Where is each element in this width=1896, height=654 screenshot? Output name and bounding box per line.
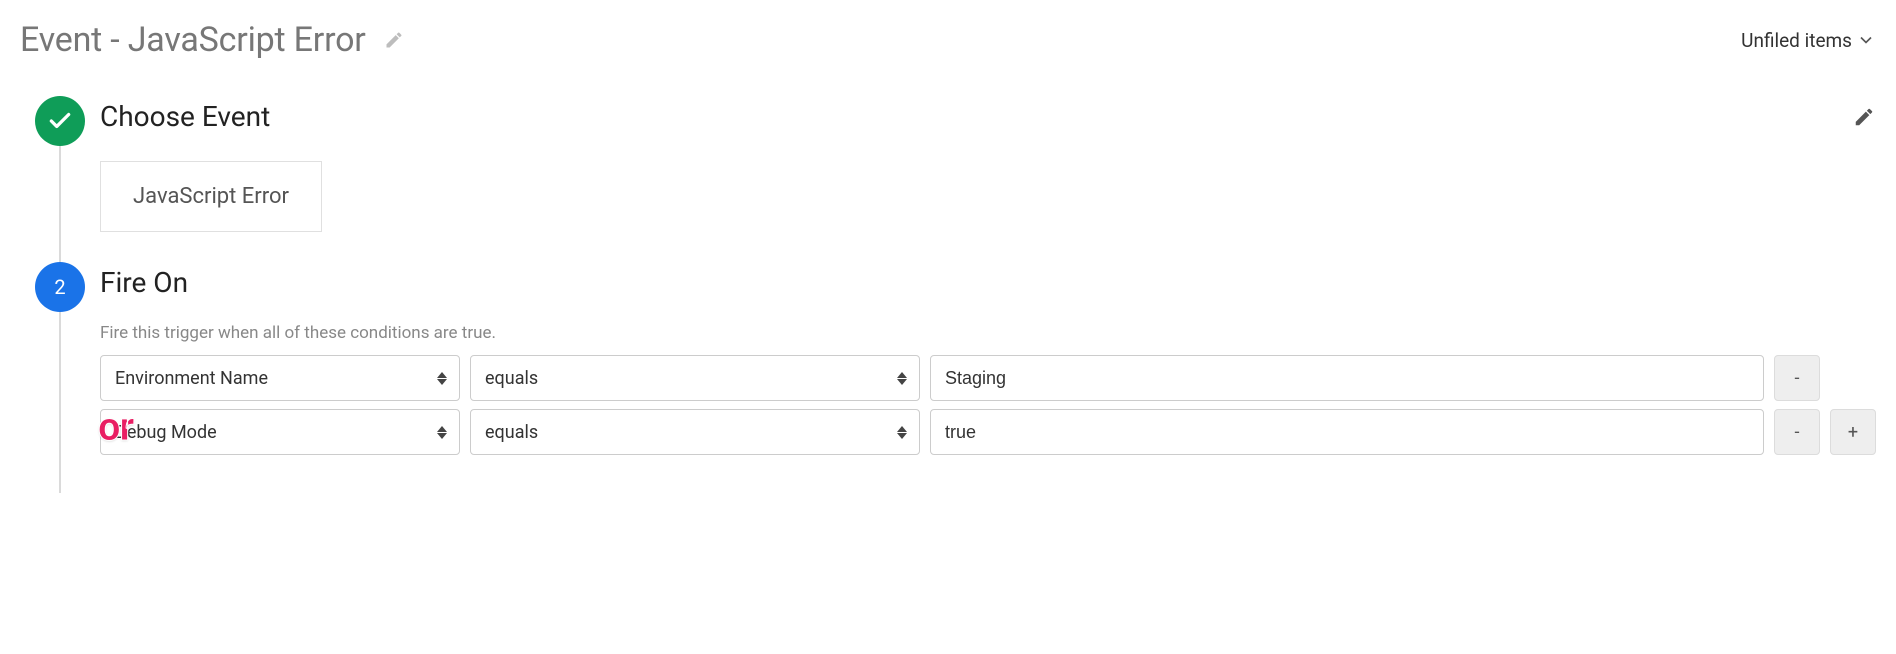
variable-select[interactable]: Debug Mode [100,409,460,455]
value-input[interactable] [930,355,1764,401]
edit-title-icon[interactable] [382,28,406,52]
step1-header: Choose Event [100,100,1876,133]
step2-body: Fire On Fire this trigger when all of th… [100,262,1876,493]
step2-header: Fire On [100,266,1876,299]
value-input[interactable] [930,409,1764,455]
title-wrap: Event - JavaScript Error [20,20,406,60]
step-complete-badge [35,96,85,146]
sort-icon [437,369,449,387]
operator-value: equals [485,422,538,443]
sort-icon [897,369,909,387]
timeline-col-2: 2 [20,262,100,312]
sort-icon [437,423,449,441]
chevron-down-icon [1856,30,1876,50]
step-choose-event: Choose Event JavaScript Error [20,96,1876,262]
or-label: or [98,403,133,450]
remove-condition-button[interactable]: - [1774,409,1820,455]
steps: Choose Event JavaScript Error 2 Fire On … [20,96,1876,493]
edit-step1-icon[interactable] [1852,105,1876,129]
condition-row: Debug Mode equals - + [100,409,1876,455]
remove-condition-button[interactable]: - [1774,355,1820,401]
timeline-line-2 [59,312,61,493]
step2-title: Fire On [100,266,188,299]
variable-value: Environment Name [115,368,268,389]
page-title: Event - JavaScript Error [20,20,366,60]
step1-title: Choose Event [100,100,270,133]
selected-event-box[interactable]: JavaScript Error [100,161,322,232]
add-condition-button[interactable]: + [1830,409,1876,455]
operator-value: equals [485,368,538,389]
conditions-hint: Fire this trigger when all of these cond… [100,323,1876,343]
timeline-col [20,96,100,146]
variable-select[interactable]: Environment Name [100,355,460,401]
unfiled-label: Unfiled items [1741,29,1852,52]
step2-badge: 2 [35,262,85,312]
unfiled-items-dropdown[interactable]: Unfiled items [1741,29,1876,52]
condition-wrap: or Debug Mode equals - + [100,409,1876,455]
operator-select[interactable]: equals [470,409,920,455]
sort-icon [897,423,909,441]
condition-row: Environment Name equals - [100,355,1876,401]
operator-select[interactable]: equals [470,355,920,401]
check-icon [47,108,73,134]
step-fire-on: 2 Fire On Fire this trigger when all of … [20,262,1876,493]
step1-body: Choose Event JavaScript Error [100,96,1876,262]
page-header: Event - JavaScript Error Unfiled items [20,20,1876,60]
